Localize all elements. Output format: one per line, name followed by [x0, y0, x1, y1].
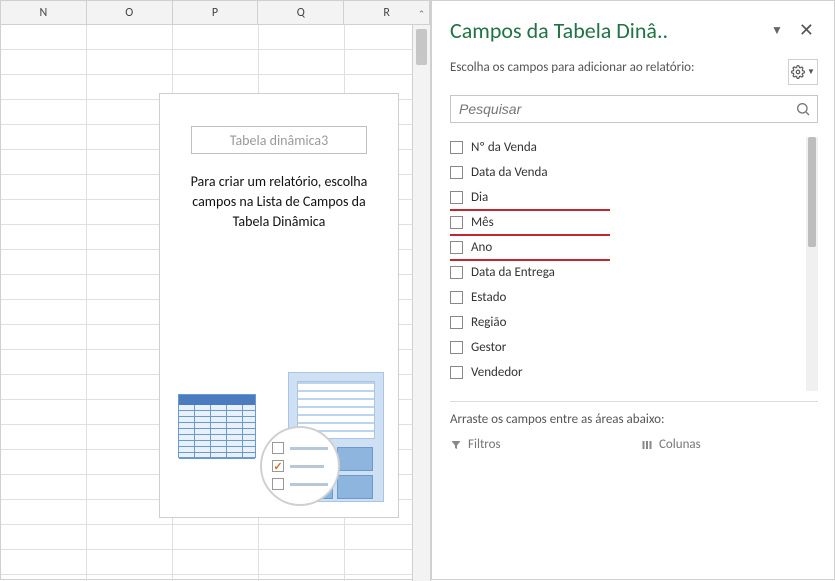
filter-icon — [450, 439, 462, 451]
field-checkbox[interactable] — [450, 291, 463, 304]
filters-area[interactable]: Filtros — [450, 437, 627, 494]
field-label: Data da Entrega — [471, 265, 555, 280]
filters-area-label: Filtros — [468, 437, 501, 452]
scrollbar-thumb[interactable] — [808, 137, 816, 247]
magnifier-checklist-icon: ✓ — [260, 426, 340, 506]
field-checkbox[interactable] — [450, 341, 463, 354]
field-label: Região — [471, 315, 506, 330]
pivot-instruction-text: Para criar um relatório, escolha campos … — [160, 172, 398, 232]
field-item[interactable]: Data da Venda — [450, 160, 802, 185]
field-label: Data da Venda — [471, 165, 548, 180]
col-header[interactable]: Q — [258, 1, 344, 24]
search-icon — [795, 101, 811, 117]
field-list[interactable]: Nº da Venda Data da Venda Dia Mês Ano Data da… — [450, 135, 818, 393]
mini-table-icon — [178, 394, 256, 458]
columns-area[interactable]: Colunas — [641, 437, 818, 494]
pivot-placeholder-illustration: ✓ — [170, 344, 388, 507]
field-label: Nº da Venda — [471, 140, 537, 155]
field-label: Dia — [471, 190, 488, 205]
chevron-down-icon: ▼ — [807, 67, 815, 77]
pane-options-dropdown[interactable]: ▼ — [767, 19, 787, 42]
field-search[interactable] — [450, 95, 818, 123]
columns-area-label: Colunas — [659, 437, 701, 452]
chevron-up-icon[interactable]: ⌃ — [418, 9, 426, 20]
field-checkbox[interactable] — [450, 241, 463, 254]
field-item[interactable]: Gestor — [450, 335, 802, 360]
field-checkbox[interactable] — [450, 141, 463, 154]
search-input[interactable] — [457, 100, 795, 118]
field-item[interactable]: Vendedor — [450, 360, 802, 385]
column-headers: N O P Q R — [1, 1, 430, 25]
field-checkbox[interactable] — [450, 266, 463, 279]
field-item[interactable]: Ano — [450, 235, 802, 260]
spreadsheet-grid[interactable]: N O P Q R ⌃ Tabela dinâmica3 Para criar … — [1, 1, 431, 581]
field-item[interactable]: Mês — [450, 210, 802, 235]
pivot-fields-pane: Campos da Tabela Dinâ.. ▼ ✕ Escolha os c… — [431, 1, 834, 579]
col-header[interactable]: P — [173, 1, 259, 24]
field-checkbox[interactable] — [450, 216, 463, 229]
grid-vertical-scrollbar[interactable]: ⌃ — [412, 25, 430, 581]
close-icon[interactable]: ✕ — [795, 19, 818, 41]
scrollbar-thumb[interactable] — [416, 29, 427, 65]
field-list-scrollbar[interactable] — [806, 137, 818, 391]
field-checkbox[interactable] — [450, 316, 463, 329]
field-item[interactable]: Dia — [450, 185, 802, 210]
field-label: Vendedor — [471, 365, 523, 380]
pane-instruction: Escolha os campos para adicionar ao rela… — [450, 59, 778, 76]
col-header[interactable]: O — [87, 1, 173, 24]
field-item[interactable]: Região — [450, 310, 802, 335]
pane-title: Campos da Tabela Dinâ.. — [450, 17, 759, 44]
pivot-placeholder-card: Tabela dinâmica3 Para criar um relatório… — [159, 93, 399, 518]
field-label: Ano — [471, 240, 492, 255]
gear-icon — [791, 65, 805, 79]
field-checkbox[interactable] — [450, 366, 463, 379]
pivot-table-name-box: Tabela dinâmica3 — [191, 126, 367, 154]
drag-instruction: Arraste os campos entre as áreas abaixo: — [450, 412, 818, 427]
field-item[interactable]: Estado — [450, 285, 802, 310]
field-checkbox[interactable] — [450, 166, 463, 179]
field-label: Mês — [471, 215, 494, 230]
field-checkbox[interactable] — [450, 191, 463, 204]
field-item[interactable]: Data da Entrega — [450, 260, 802, 285]
pane-layout-settings-button[interactable]: ▼ — [788, 59, 818, 85]
field-item[interactable]: Nº da Venda — [450, 135, 802, 160]
pane-divider — [450, 401, 818, 402]
field-label: Gestor — [471, 340, 506, 355]
col-header[interactable]: N — [1, 1, 87, 24]
columns-icon — [641, 439, 653, 451]
field-label: Estado — [471, 290, 506, 305]
